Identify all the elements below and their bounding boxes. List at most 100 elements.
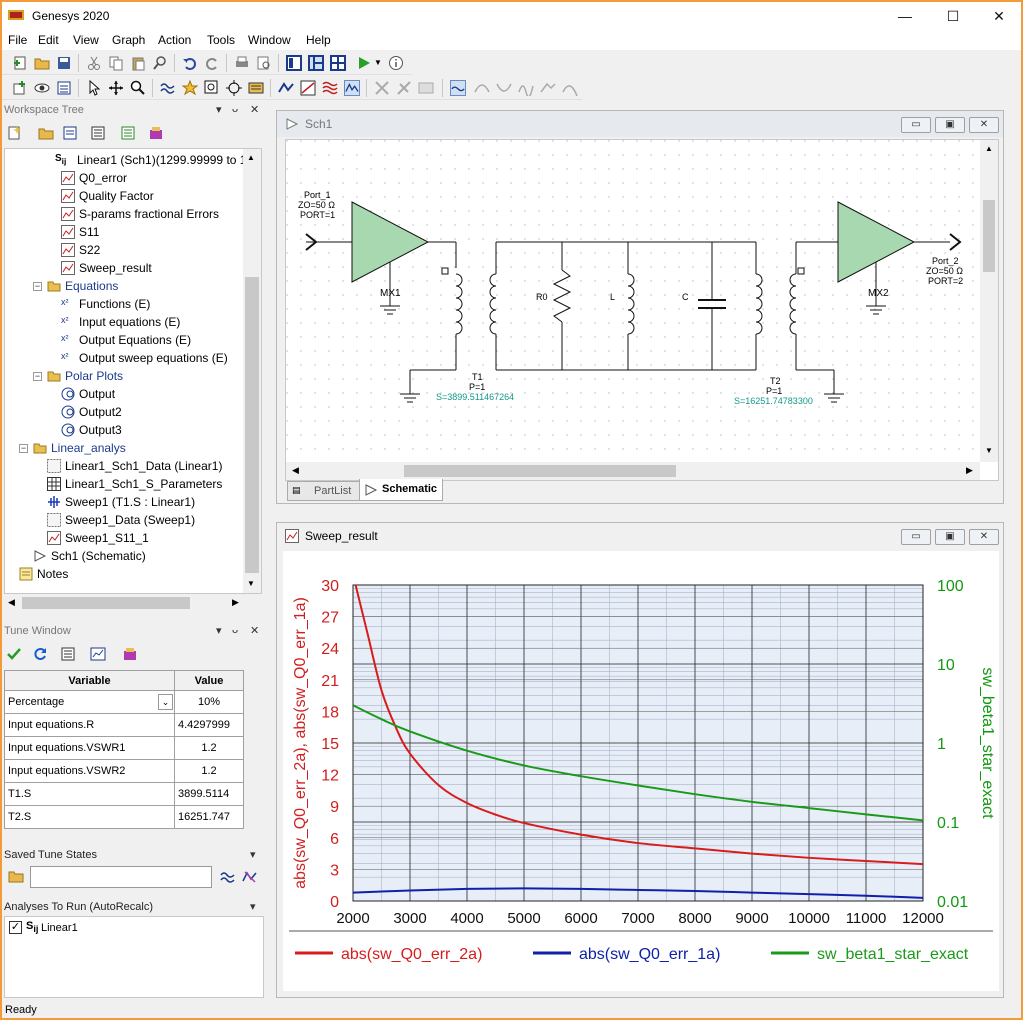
mdi-restore-button[interactable]: ▣ — [935, 529, 965, 545]
scroll-right-icon[interactable]: ▶ — [966, 465, 973, 476]
add-part-icon[interactable] — [12, 80, 28, 96]
waveform-icon[interactable] — [160, 80, 176, 96]
tune-value-cell[interactable]: 1.2 — [174, 736, 244, 760]
zoom-window-icon[interactable] — [204, 80, 220, 96]
collapse-toggle[interactable]: − — [33, 282, 42, 291]
smith-icon[interactable] — [300, 80, 316, 96]
collapse-toggle[interactable]: − — [19, 444, 28, 453]
part-library-icon[interactable] — [248, 80, 264, 96]
list-view-icon[interactable] — [60, 646, 76, 662]
tune-variable-cell[interactable]: T2.S — [4, 805, 175, 829]
zoom-fit-icon[interactable] — [226, 80, 242, 96]
checkmark-icon[interactable] — [6, 646, 22, 662]
saved-state-name-input[interactable] — [30, 866, 212, 888]
copy-icon[interactable] — [108, 55, 124, 71]
open-folder-icon[interactable] — [8, 868, 24, 884]
scroll-up-icon[interactable]: ▲ — [985, 144, 993, 153]
run-icon[interactable] — [356, 55, 372, 71]
info-icon[interactable] — [388, 55, 404, 71]
tune-variable-cell[interactable]: Input equations.VSWR2 — [4, 759, 175, 783]
panel-pin-icon[interactable]: ᴗ — [232, 103, 238, 115]
find-icon[interactable] — [152, 55, 168, 71]
open-icon[interactable] — [34, 55, 50, 71]
sweep-lines-icon[interactable] — [322, 80, 338, 96]
mdi-minimize-button[interactable]: ▭ — [901, 117, 931, 133]
new-item-icon[interactable] — [6, 125, 22, 141]
eye-icon[interactable] — [34, 80, 50, 96]
scroll-up-icon[interactable]: ▲ — [247, 153, 255, 162]
menu-tools[interactable]: Tools — [207, 33, 235, 47]
tab-schematic[interactable]: Schematic — [359, 479, 443, 501]
undo-icon[interactable] — [182, 55, 198, 71]
tune-graph-icon[interactable] — [344, 80, 360, 96]
tree-horizontal-scrollbar[interactable]: ◀ ▶ — [4, 595, 244, 611]
menu-action[interactable]: Action — [158, 33, 191, 47]
scroll-down-icon[interactable]: ▼ — [985, 446, 993, 455]
scroll-thumb[interactable] — [245, 277, 259, 573]
wire-icon[interactable] — [278, 80, 294, 96]
scroll-thumb[interactable] — [983, 200, 995, 272]
dropdown-arrow-icon[interactable]: ⌄ — [158, 694, 173, 710]
scroll-right-icon[interactable]: ▶ — [232, 597, 239, 608]
properties-icon[interactable] — [62, 125, 78, 141]
layout-grid-icon[interactable] — [330, 55, 346, 71]
print-icon[interactable] — [234, 55, 250, 71]
analysis-checkbox[interactable]: ✓ — [9, 921, 22, 934]
panel-dropdown-icon[interactable]: ▾ — [216, 103, 222, 116]
maximize-button[interactable]: ☐ — [930, 2, 976, 30]
tab-partlist[interactable]: ▤ PartList — [287, 481, 361, 501]
close-button[interactable]: ✕ — [976, 2, 1022, 30]
tune-variable-cell[interactable]: T1.S — [4, 782, 175, 806]
green-list-icon[interactable] — [120, 125, 136, 141]
scroll-thumb[interactable] — [22, 597, 190, 609]
print-preview-icon[interactable] — [256, 55, 272, 71]
panel-dropdown-icon[interactable]: ▾ — [216, 624, 222, 637]
cut-icon[interactable] — [86, 55, 102, 71]
minimize-button[interactable]: — — [882, 2, 928, 30]
pan-icon[interactable] — [108, 80, 124, 96]
zoom-icon[interactable] — [130, 80, 146, 96]
schematic-canvas[interactable]: Port_1 ZO=50 Ω PORT=1 MX1 R0 L C T1 P=1 … — [285, 139, 999, 481]
graph-canvas[interactable]: 2000 3000 4000 5000 6000 7000 8000 9000 10000 110… — [283, 551, 999, 991]
new-icon[interactable] — [12, 55, 28, 71]
mdi-close-button[interactable]: ✕ — [969, 529, 999, 545]
save-state-icon[interactable] — [220, 869, 236, 885]
tune-value-cell[interactable]: 4.4297999 — [174, 713, 244, 737]
menu-help[interactable]: Help — [306, 33, 331, 47]
tree-item-linear1[interactable]: Sij Linear1 (Sch1)(1299.99999 to 13 — [55, 151, 255, 169]
layout-left-icon[interactable] — [286, 55, 302, 71]
schematic-vertical-scrollbar[interactable]: ▲ ▼ — [980, 140, 998, 462]
refresh-icon[interactable] — [32, 646, 48, 662]
tree-vertical-scrollbar[interactable]: ▲ ▼ — [243, 149, 261, 593]
schematic-horizontal-scrollbar[interactable]: ◀ ▶ — [286, 462, 980, 480]
menu-view[interactable]: View — [73, 33, 99, 47]
collapse-toggle[interactable]: − — [33, 372, 42, 381]
tune-value-cell[interactable]: 1.2 — [174, 759, 244, 783]
graph-window-icon[interactable] — [90, 646, 106, 662]
panel-close-icon[interactable]: ✕ — [250, 624, 259, 637]
tune-value-cell[interactable]: 10% — [174, 690, 244, 714]
panel-pin-icon[interactable]: ᴗ — [232, 624, 238, 636]
delete-state-icon[interactable] — [242, 869, 258, 885]
tune-variable-cell[interactable]: Percentage ⌄ — [4, 690, 175, 714]
panel-close-icon[interactable]: ✕ — [250, 103, 259, 116]
tune-variable-cell[interactable]: Input equations.R — [4, 713, 175, 737]
panel-dropdown-icon[interactable]: ▾ — [250, 848, 256, 861]
panel-dropdown-icon[interactable]: ▾ — [250, 900, 256, 913]
tune-variable-cell[interactable]: Input equations.VSWR1 — [4, 736, 175, 760]
mdi-close-button[interactable]: ✕ — [969, 117, 999, 133]
list-view-icon[interactable] — [90, 125, 106, 141]
menu-window[interactable]: Window — [248, 33, 291, 47]
menu-file[interactable]: File — [8, 33, 27, 47]
save-icon[interactable] — [56, 55, 72, 71]
scroll-left-icon[interactable]: ◀ — [292, 465, 299, 476]
scroll-left-icon[interactable]: ◀ — [8, 597, 15, 608]
redo-icon[interactable] — [204, 55, 220, 71]
paste-icon[interactable] — [130, 55, 146, 71]
pointer-icon[interactable] — [86, 80, 102, 96]
tune-value-cell[interactable]: 16251.747 — [174, 805, 244, 829]
open-folder-icon[interactable] — [38, 125, 54, 141]
scroll-thumb[interactable] — [404, 465, 676, 477]
mdi-minimize-button[interactable]: ▭ — [901, 529, 931, 545]
library-icon[interactable] — [148, 125, 164, 141]
